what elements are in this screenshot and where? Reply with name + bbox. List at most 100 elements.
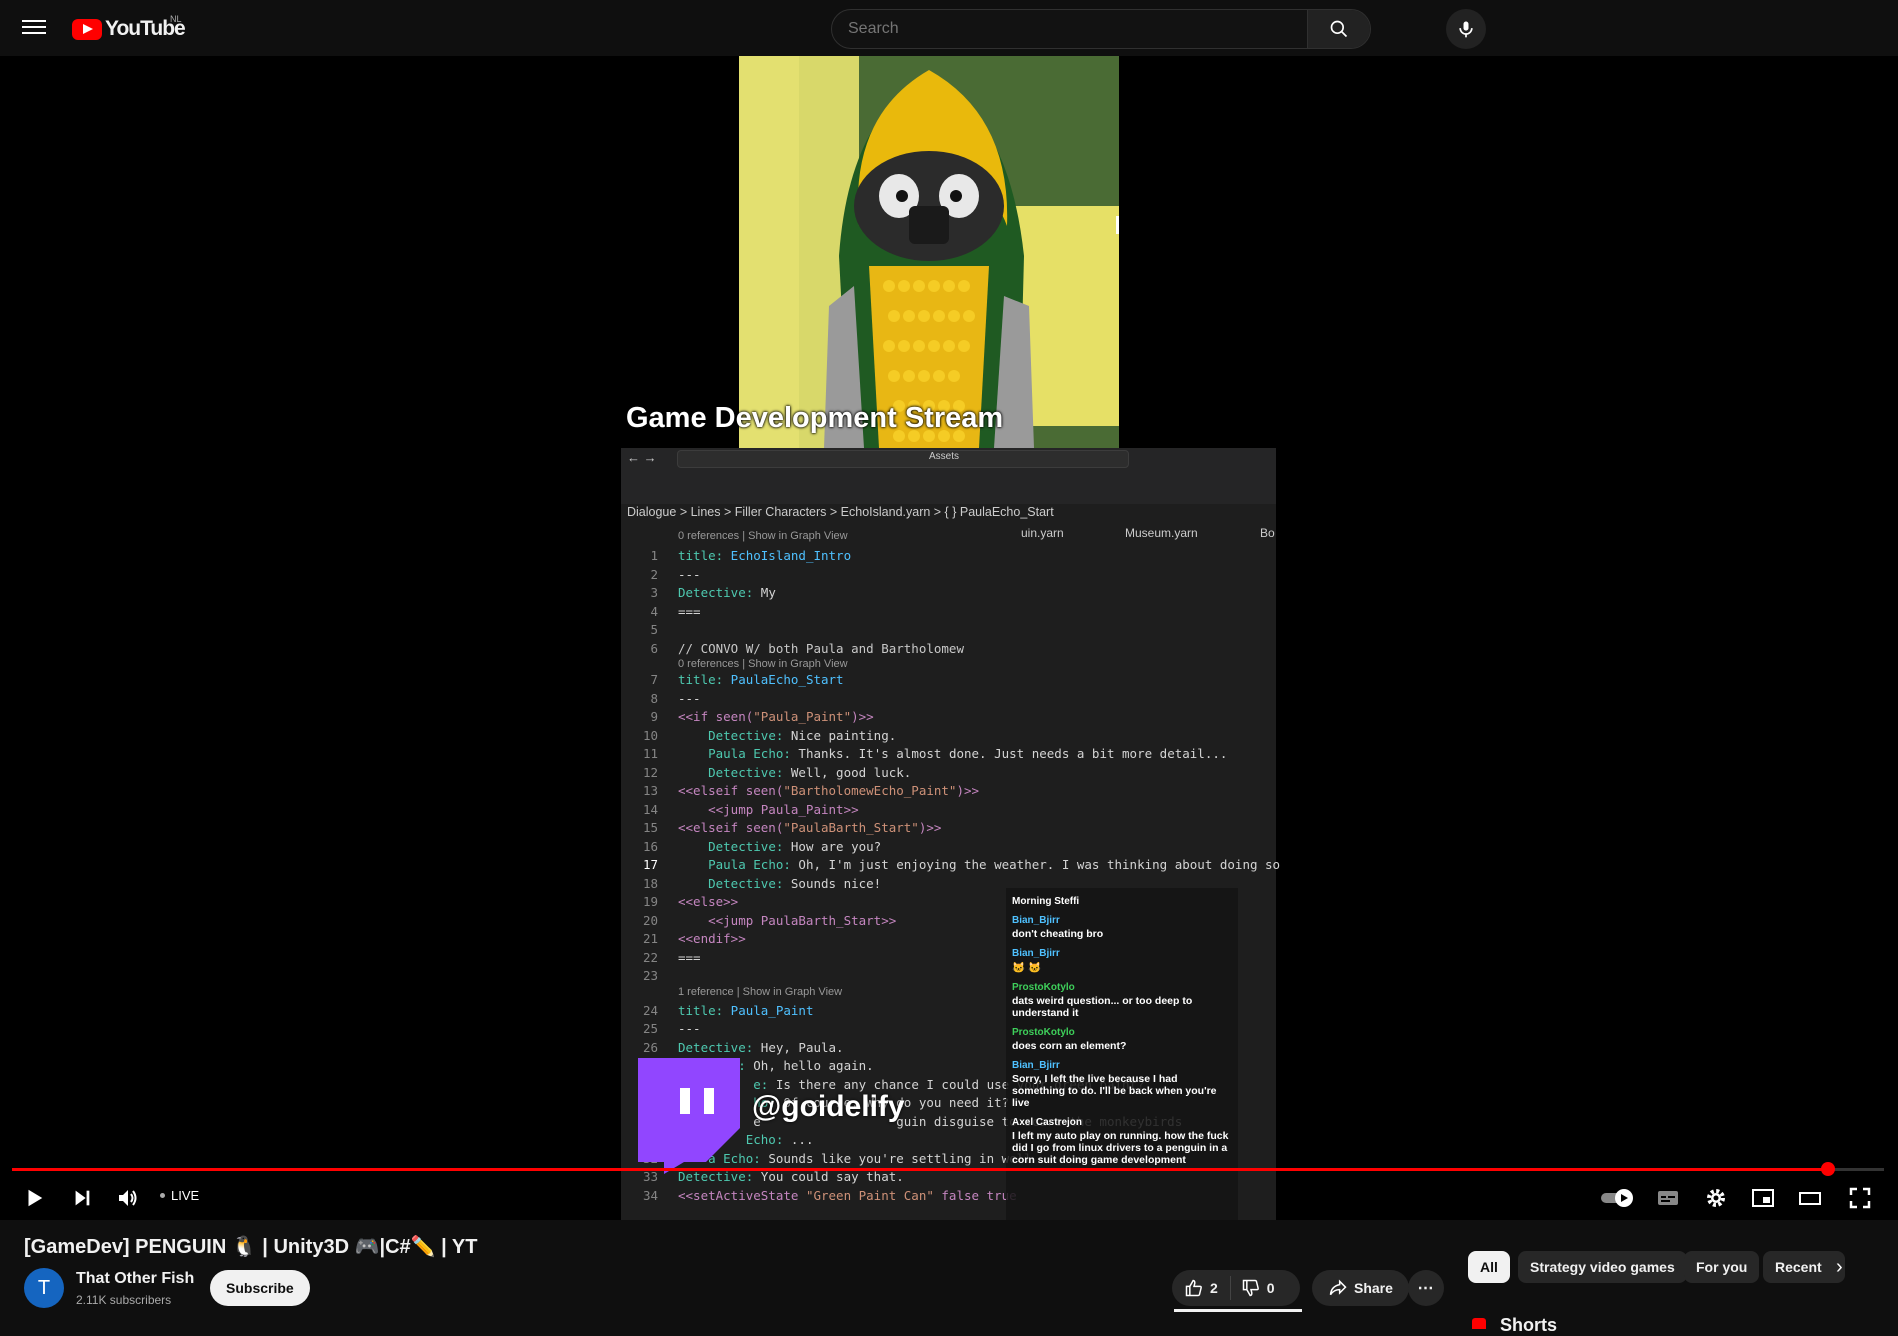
line-number: 6 (650, 640, 658, 656)
line-number: 4 (650, 603, 658, 619)
live-indicator[interactable]: LIVE (160, 1188, 199, 1203)
subtitles-icon (1658, 1191, 1678, 1205)
mute-button[interactable] (114, 1184, 142, 1212)
gear-icon (1707, 1189, 1725, 1207)
more-icon: ⋯ (1417, 1280, 1435, 1297)
settings-button[interactable] (1702, 1184, 1730, 1212)
code-line: <<endif>> (678, 931, 746, 946)
line-number: 26 (642, 1039, 658, 1055)
line-number: 21 (642, 931, 658, 946)
line-number: 13 (642, 783, 658, 798)
line-number: 25 (642, 1021, 658, 1036)
code-line: Detective: Well, good luck. (708, 764, 912, 780)
more-actions-button[interactable]: ⋯ (1408, 1270, 1444, 1306)
chip-strategy-video-games[interactable]: Strategy video games (1518, 1251, 1687, 1283)
chat-message: dats weird question... or too deep to un… (1012, 995, 1193, 1019)
like-ratio-bar (1174, 1309, 1302, 1312)
line-number: 15 (642, 820, 658, 835)
chat-username: ProstoKotylo (1012, 982, 1075, 993)
fullscreen-icon (1849, 1187, 1871, 1209)
code-line: title: Paula_Paint (678, 1002, 814, 1018)
search-box (831, 9, 1371, 49)
video-player[interactable]: ← → Assets uin.yarn Museum.yarn Bo Game … (0, 56, 1898, 1220)
code-line: <<elseif seen("PaulaBarth_Start")>> (678, 820, 942, 835)
share-icon (1329, 1279, 1347, 1296)
code-line: Paula Echo: Oh, I'm just enjoying the we… (708, 857, 1281, 872)
graph-view-reference[interactable]: 0 references | Show in Graph View (678, 658, 848, 670)
share-button[interactable]: Share (1312, 1270, 1409, 1306)
chip-for-you[interactable]: For you (1684, 1251, 1760, 1283)
thumbs-up-icon (1185, 1279, 1202, 1297)
line-number: 23 (642, 968, 658, 983)
editor-tab[interactable]: Bo (1260, 526, 1275, 540)
like-dislike-group: 2 0 (1172, 1270, 1300, 1306)
search-button[interactable] (1307, 10, 1370, 48)
breadcrumb-item: Filler Characters (734, 505, 827, 519)
editor-breadcrumb: Dialogue > Lines > Filler Characters > E… (627, 505, 1054, 519)
voice-search-button[interactable] (1446, 9, 1486, 49)
code-line: <<if seen("Paula_Paint")>> (678, 709, 874, 724)
code-line: title: PaulaEcho_Start (678, 672, 844, 687)
subscriber-count: 2.11K subscribers (76, 1293, 172, 1307)
autoplay-toggle[interactable] (1600, 1184, 1634, 1212)
play-button[interactable] (20, 1184, 48, 1212)
line-number: 34 (642, 1187, 658, 1203)
next-button[interactable] (68, 1184, 96, 1212)
dislike-button[interactable]: 0 (1231, 1278, 1285, 1298)
code-line: Paula Echo: Thanks. It's almost done. Ju… (708, 746, 1228, 761)
search-input[interactable] (832, 10, 1307, 48)
theater-mode-button[interactable] (1796, 1184, 1824, 1212)
like-button[interactable]: 2 (1172, 1276, 1231, 1300)
line-number: 19 (642, 894, 658, 909)
shorts-icon (1472, 1318, 1486, 1329)
graph-view-reference[interactable]: 0 references | Show in Graph View (678, 530, 848, 542)
code-line: Detective: Nice painting. (708, 727, 897, 743)
youtube-logo[interactable]: YouTube NL (72, 14, 186, 41)
channel-name[interactable]: That Other Fish (76, 1270, 194, 1288)
line-number: 10 (642, 727, 658, 743)
editor-tab[interactable]: uin.yarn (1021, 526, 1064, 540)
code-line: --- (678, 566, 701, 582)
line-number: 1 (650, 548, 658, 563)
theater-icon (1799, 1192, 1821, 1205)
line-number: 11 (642, 746, 658, 761)
channel-avatar[interactable]: T (24, 1268, 64, 1308)
chip-all[interactable]: All (1468, 1251, 1510, 1283)
subscribe-button[interactable]: Subscribe (210, 1270, 310, 1306)
code-line: === (678, 949, 701, 965)
chat-message: Sorry, I left the live because I had som… (1012, 1073, 1217, 1109)
chat-username: Bian_Bjirr (1012, 948, 1060, 959)
line-number: 5 (650, 622, 658, 637)
editor-tab[interactable]: Museum.yarn (1125, 526, 1198, 540)
chevron-right-icon[interactable]: › (1836, 1256, 1843, 1279)
line-number: 2 (650, 566, 658, 582)
line-number: 7 (650, 672, 658, 687)
play-icon (28, 1189, 43, 1207)
line-number: 8 (650, 690, 658, 706)
miniplayer-icon (1752, 1189, 1774, 1207)
chip-recent[interactable]: Recent (1763, 1251, 1845, 1283)
progress-bar[interactable] (12, 1168, 1884, 1171)
code-line: Detective: Hey, Paula. (678, 1039, 844, 1055)
autoplay-icon (1601, 1189, 1633, 1207)
chat-message: does corn an element? (1012, 1040, 1127, 1052)
video-title: [GameDev] PENGUIN 🐧 | Unity3D 🎮|C#✏️ | Y… (24, 1236, 478, 1258)
code-line: Detective: How are you? (708, 838, 882, 854)
assets-label: Assets (929, 451, 960, 462)
breadcrumb-item: PaulaEcho_Start (959, 505, 1054, 519)
line-number: 24 (642, 1002, 658, 1018)
line-number: 12 (642, 764, 658, 780)
code-line: Detective: My (678, 585, 776, 600)
progress-scrubber[interactable] (1820, 1162, 1835, 1176)
chat-username: Bian_Bjirr (1012, 1060, 1060, 1071)
fullscreen-button[interactable] (1846, 1184, 1874, 1212)
graph-view-reference[interactable]: 1 reference | Show in Graph View (678, 986, 842, 998)
guide-menu-icon[interactable] (22, 16, 46, 40)
code-line: === (678, 603, 701, 619)
miniplayer-button[interactable] (1749, 1184, 1777, 1212)
shorts-heading: Shorts (1500, 1315, 1558, 1335)
twitch-handle: @goidelify (752, 1090, 905, 1123)
skip-next-icon (75, 1190, 90, 1206)
youtube-play-icon (72, 18, 102, 40)
subtitles-button[interactable] (1654, 1184, 1682, 1212)
